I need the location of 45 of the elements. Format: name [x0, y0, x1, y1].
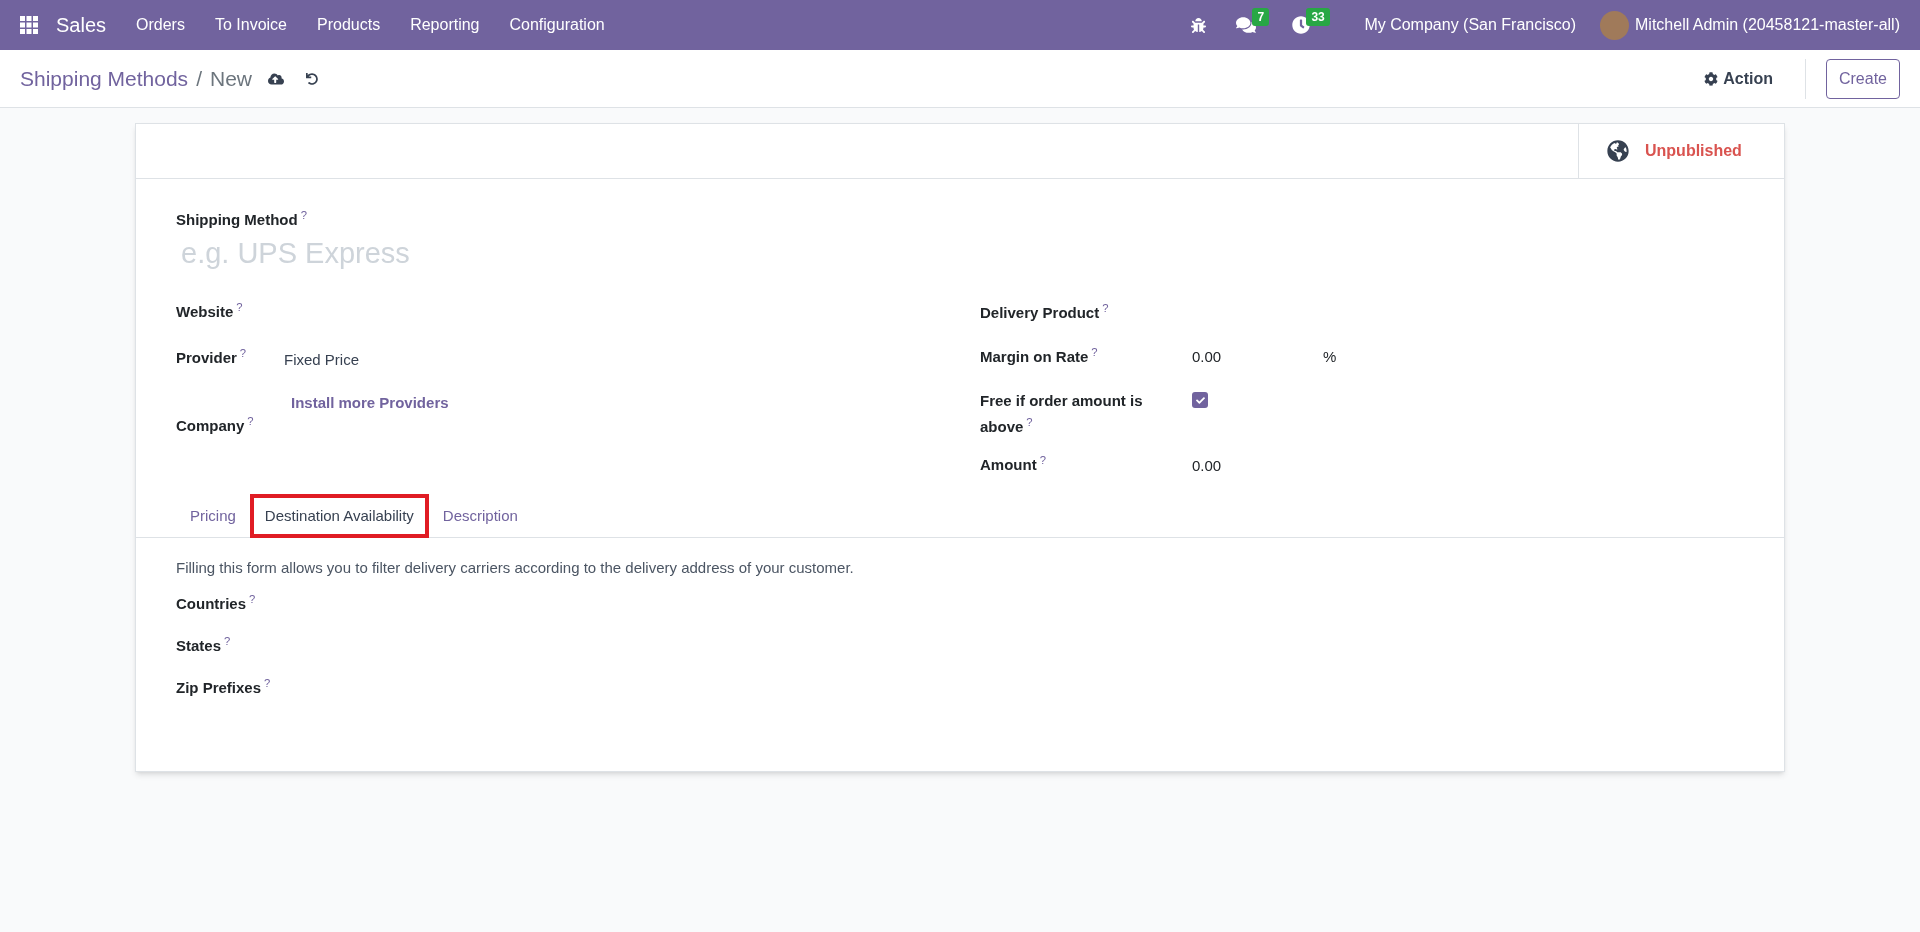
- provider-value[interactable]: Fixed Price: [284, 349, 449, 372]
- globe-icon: [1607, 140, 1629, 162]
- form-tab[interactable]: Description: [428, 494, 532, 538]
- settings-icon: [1704, 71, 1719, 86]
- action-button[interactable]: Action: [1694, 66, 1783, 91]
- menu-item[interactable]: To Invoice: [214, 13, 287, 37]
- chat-icon[interactable]: [1236, 16, 1257, 34]
- message-count-badge: 7: [1252, 8, 1270, 26]
- checkbox[interactable]: [1192, 392, 1208, 408]
- form-tab[interactable]: Destination Availability: [249, 494, 429, 538]
- menu-item[interactable]: Configuration: [509, 13, 605, 37]
- user-menu[interactable]: Mitchell Admin (20458121-master-all): [1635, 13, 1900, 37]
- checkmark-icon: [1195, 395, 1205, 405]
- field-label: Margin on Rate $^{?}$: [980, 348, 1098, 365]
- publish-button[interactable]: Unpublished: [1578, 124, 1784, 178]
- field-label: Countries $^{?}$: [176, 594, 256, 612]
- discard-icon[interactable]: [306, 72, 318, 85]
- bug-icon[interactable]: [1191, 17, 1207, 33]
- field-label: Amount $^{?}$: [980, 456, 1046, 473]
- amount-value[interactable]: 0.00: [1192, 457, 1222, 474]
- install-providers-link[interactable]: Install more Providers: [291, 391, 449, 414]
- field-label: Company $^{?}$: [176, 417, 254, 434]
- field-label: Delivery Product $^{?}$: [980, 304, 1109, 321]
- field-label: States $^{?}$: [176, 636, 231, 654]
- company-switcher[interactable]: My Company (San Francisco): [1364, 13, 1576, 37]
- form-tab[interactable]: Pricing: [176, 494, 250, 538]
- app-name[interactable]: Sales: [56, 10, 107, 40]
- field-label: Shipping Method $^{?}$: [176, 211, 307, 228]
- field-label: Zip Prefixes $^{?}$: [176, 678, 271, 696]
- margin-value[interactable]: 0.00: [1192, 346, 1323, 369]
- percent-sign: %: [1323, 347, 1337, 367]
- field-label: Website $^{?}$: [176, 303, 243, 320]
- create-button[interactable]: Create: [1825, 58, 1900, 99]
- menu-item[interactable]: Products: [317, 13, 381, 37]
- activity-count-badge: 33: [1306, 8, 1330, 26]
- field-label: Free if order amount is above $^{?}$: [980, 392, 1143, 435]
- tab-description: Filling this form allows you to filter delivery carriers according to the delivery address of your customer.: [176, 558, 855, 578]
- menu-item[interactable]: Reporting: [410, 13, 480, 37]
- breadcrumb-separator: /: [196, 65, 202, 92]
- menu-item[interactable]: Orders: [136, 13, 185, 37]
- app-grid-icon[interactable]: [20, 16, 38, 34]
- breadcrumb-link[interactable]: Shipping Methods: [20, 62, 189, 95]
- save-icon[interactable]: [268, 70, 284, 87]
- breadcrumb-current: New: [209, 65, 252, 92]
- field-label: Provider $^{?}$: [176, 349, 247, 366]
